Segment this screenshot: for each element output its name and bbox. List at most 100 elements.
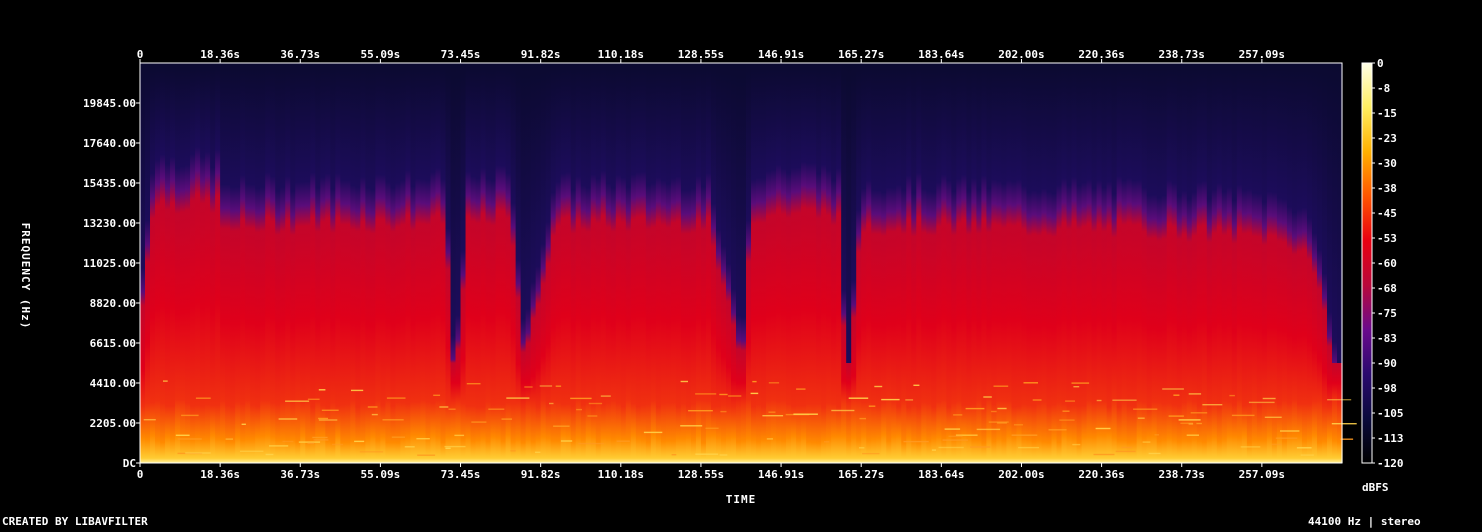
- spectrogram-figure: 0 18.36s 36.73s 55.09s 73.45s 91.82s 110.18s 12…: [0, 0, 1482, 528]
- spectrogram-column: [625, 63, 632, 463]
- spectrogram-column: [580, 63, 587, 463]
- harmonic-streak: [1137, 417, 1145, 419]
- harmonic-streak: [175, 434, 190, 436]
- harmonic-streak: [570, 397, 592, 400]
- spectrogram-column: [871, 63, 877, 463]
- bottom-time-tick-label: 73.45s: [441, 468, 481, 481]
- bottom-time-tick-label: 165.27s: [838, 468, 884, 481]
- harmonic-streak: [965, 407, 985, 410]
- spectrogram-column: [665, 63, 672, 463]
- spectrogram-column: [1191, 63, 1198, 463]
- spectrogram-column: [826, 63, 832, 463]
- harmonic-streak: [1296, 447, 1312, 449]
- harmonic-streak: [510, 450, 516, 452]
- harmonic-streak: [1073, 386, 1080, 388]
- spectrogram-column: [475, 63, 482, 463]
- spectrogram-column: [485, 63, 492, 463]
- colorbar-tick-label: -75: [1377, 307, 1397, 320]
- spectrogram-column: [1281, 63, 1288, 463]
- harmonic-streak: [616, 440, 630, 442]
- spectrogram-column: [961, 63, 967, 463]
- spectrogram-column: [1216, 63, 1223, 463]
- harmonic-streak: [1264, 416, 1282, 418]
- spectrogram-column: [565, 63, 572, 463]
- colorbar-tick-label: -83: [1377, 332, 1397, 345]
- spectrogram-column: [210, 63, 216, 463]
- spectrogram-column: [340, 63, 346, 463]
- harmonic-streak: [359, 451, 384, 453]
- spectrogram-column: [1111, 63, 1118, 463]
- harmonic-streak: [448, 408, 456, 410]
- harmonic-streak: [1229, 394, 1235, 397]
- spectrogram-column: [715, 63, 722, 463]
- harmonic-streak: [578, 442, 604, 445]
- spectrogram-column: [270, 63, 276, 463]
- spectrogram-column: [1061, 63, 1068, 463]
- spectrogram-column: [480, 63, 487, 463]
- spectrogram-column: [230, 63, 236, 463]
- harmonic-streak: [688, 410, 713, 412]
- spectrogram-column: [761, 63, 767, 463]
- spectrogram-column: [751, 63, 757, 463]
- spectrogram-column: [1121, 63, 1128, 463]
- spectrogram-column: [315, 63, 321, 463]
- harmonic-streak: [318, 419, 338, 421]
- spectrogram-column: [410, 63, 417, 463]
- spectrogram-column: [1291, 63, 1298, 463]
- spectrogram-column: [746, 63, 752, 463]
- harmonic-streak: [953, 414, 963, 416]
- spectrogram-column: [1016, 63, 1023, 463]
- spectrogram-column: [1031, 63, 1038, 463]
- harmonic-streak: [1023, 382, 1038, 384]
- frequency-tick-label: 4410.00: [90, 377, 136, 390]
- harmonic-streak: [750, 392, 759, 395]
- spectrogram-column: [515, 63, 522, 463]
- harmonic-streak: [416, 438, 430, 440]
- spectrogram-column: [470, 63, 477, 463]
- spectrogram-column: [720, 63, 727, 463]
- spectrogram-column: [911, 63, 917, 463]
- spectrogram-column: [1206, 63, 1213, 463]
- spectrogram-column: [635, 63, 642, 463]
- spectrogram-column: [796, 63, 802, 463]
- spectrogram-column: [385, 63, 392, 463]
- spectrogram-column: [811, 63, 817, 463]
- spectrogram-column: [365, 63, 371, 463]
- top-time-tick-label: 238.73s: [1159, 48, 1205, 61]
- spectrogram-column: [225, 63, 231, 463]
- spectrogram-column: [370, 63, 376, 463]
- spectrogram-column: [1021, 63, 1028, 463]
- harmonic-streak: [680, 425, 703, 427]
- top-time-tick-label: 110.18s: [598, 48, 644, 61]
- harmonic-streak: [501, 418, 512, 420]
- spectrogram-column: [836, 63, 842, 463]
- harmonic-streak: [1240, 446, 1261, 448]
- harmonic-streak: [177, 438, 202, 440]
- colorbar-tick-label: -8: [1377, 82, 1390, 95]
- spectrogram-column: [951, 63, 957, 463]
- spectrogram-column: [615, 63, 622, 463]
- spectrogram-column: [730, 63, 737, 463]
- harmonic-streak: [433, 394, 441, 396]
- spectrogram-column: [1231, 63, 1238, 463]
- top-time-tick-label: 146.91s: [758, 48, 804, 61]
- spectrogram-column: [1106, 63, 1113, 463]
- spectrogram-column: [440, 63, 447, 463]
- harmonic-streak: [241, 423, 246, 425]
- harmonic-streak: [185, 452, 211, 454]
- spectrogram-column: [180, 63, 186, 463]
- harmonic-streak: [868, 405, 876, 407]
- harmonic-streak: [719, 393, 728, 396]
- spectrogram-column: [185, 63, 191, 463]
- spectrogram-column: [570, 63, 577, 463]
- top-time-tick-label: 91.82s: [521, 48, 561, 61]
- harmonic-streak: [942, 439, 968, 441]
- spectrogram-column: [816, 63, 822, 463]
- spectrogram-column: [460, 63, 467, 463]
- frequency-tick-label: 17640.00: [83, 137, 136, 150]
- spectrogram-column: [640, 63, 647, 463]
- spectrogram-column: [290, 63, 296, 463]
- top-time-tick-label: 165.27s: [838, 48, 884, 61]
- spectrogram-column: [956, 63, 962, 463]
- spectrogram-column: [1126, 63, 1133, 463]
